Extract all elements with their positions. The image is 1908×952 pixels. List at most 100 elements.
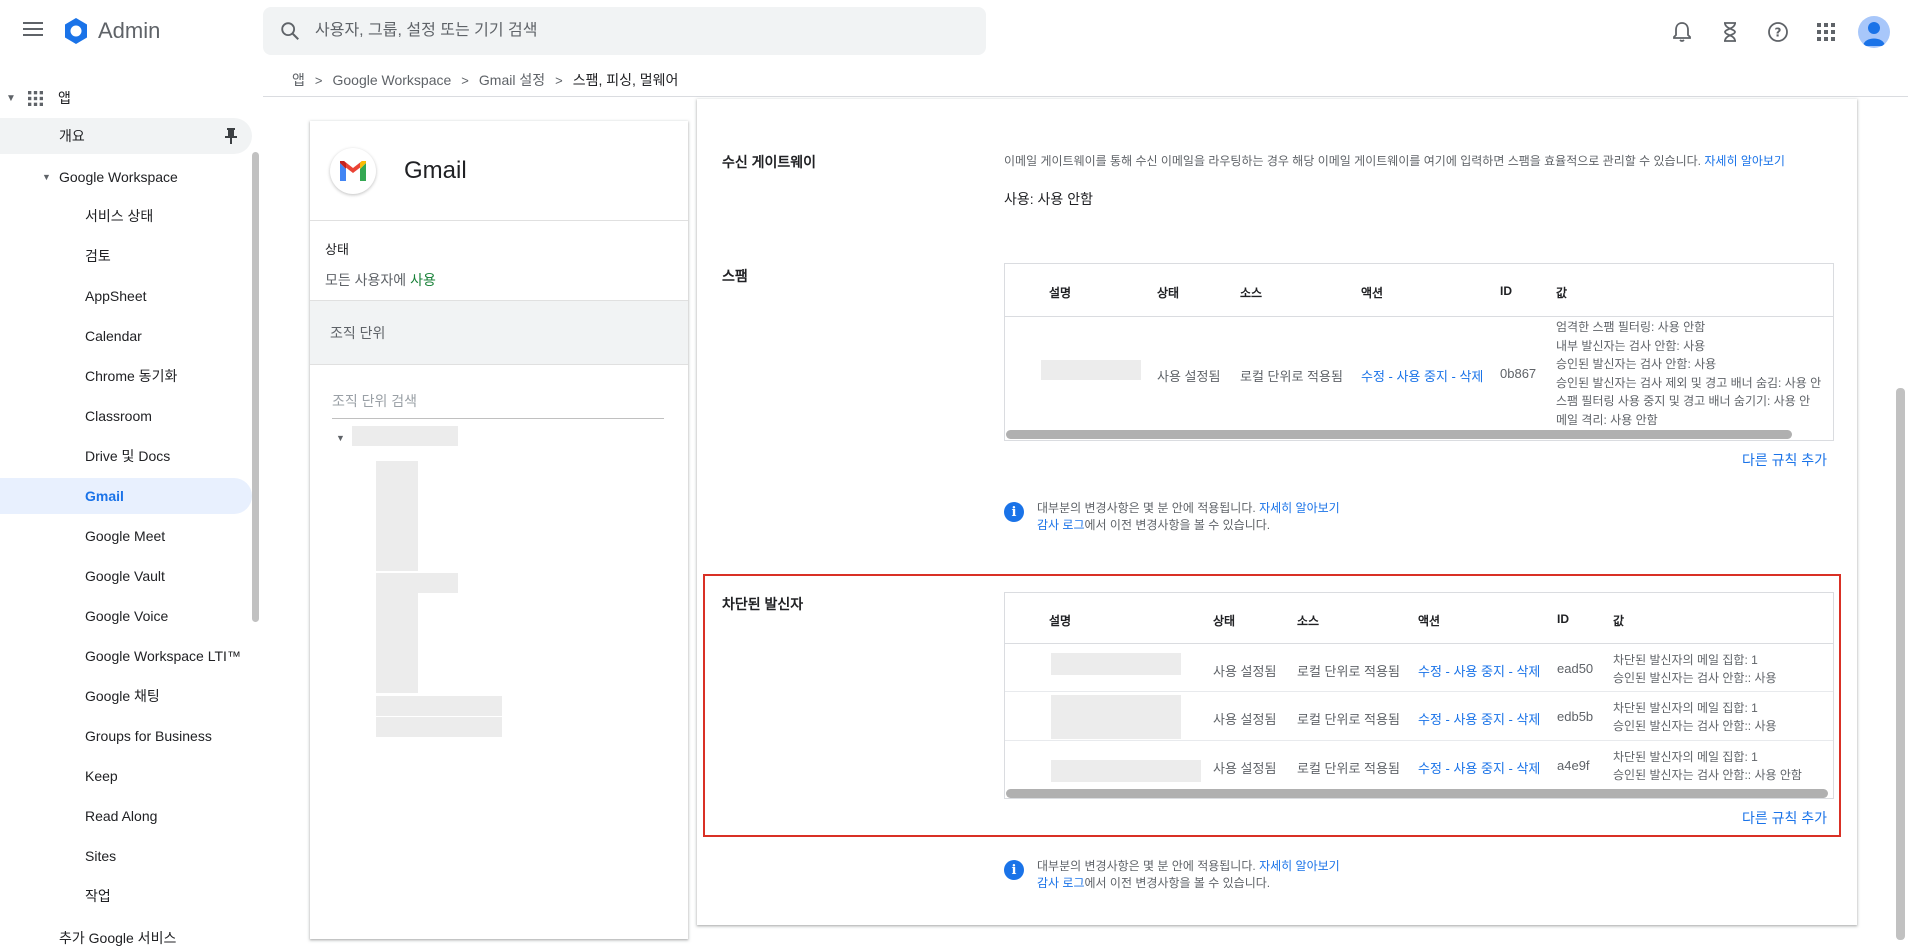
apps-grid-icon[interactable] (1808, 14, 1844, 50)
breadcrumb-divider (263, 96, 1908, 97)
status-prefix: 모든 사용자에 (325, 272, 411, 288)
sidebar-item-drive-docs[interactable]: Drive 및 Docs (0, 438, 252, 474)
org-tree-root-redacted[interactable] (352, 426, 458, 446)
sidebar-item-google-meet[interactable]: Google Meet (0, 518, 252, 554)
search-input[interactable] (315, 22, 935, 40)
sidebar-item-gmail[interactable]: Gmail (0, 478, 252, 514)
sidebar-item-label: Read Along (85, 808, 158, 824)
status-value: 모든 사용자에 사용 (325, 270, 673, 290)
rule-description-redacted (1051, 695, 1181, 739)
search-icon (281, 22, 299, 40)
col-source[interactable]: 소스 (1240, 284, 1262, 301)
audit-log-link[interactable]: 감사 로그 (1037, 518, 1085, 532)
sidebar-item-workspace-lti[interactable]: Google Workspace LTI™ (0, 638, 252, 674)
sidebar-item-read-along[interactable]: Read Along (0, 798, 252, 834)
sidebar-item-google-voice[interactable]: Google Voice (0, 598, 252, 634)
rule-value-line: 메일 격리: 사용 안함 (1556, 412, 1658, 427)
table-horizontal-scrollbar[interactable] (1006, 789, 1828, 798)
notice-text: 대부분의 변경사항은 몇 분 안에 적용됩니다. (1037, 501, 1256, 515)
col-value[interactable]: 값 (1613, 612, 1624, 629)
org-tree-node-redacted[interactable] (376, 696, 502, 716)
col-id[interactable]: ID (1500, 284, 1512, 298)
help-icon[interactable]: ? (1760, 14, 1796, 50)
rule-actions-link[interactable]: 수정 - 사용 중지 - 삭제 (1361, 366, 1483, 385)
chevron-right-icon: > (461, 72, 469, 88)
user-avatar[interactable] (1858, 16, 1890, 48)
col-status[interactable]: 상태 (1213, 612, 1235, 629)
col-action[interactable]: 액션 (1361, 284, 1383, 301)
top-bar: Admin ? (0, 0, 1908, 64)
col-value[interactable]: 값 (1556, 284, 1567, 301)
org-tree-node-redacted[interactable] (376, 461, 418, 571)
learn-more-link[interactable]: 자세히 알아보기 (1259, 859, 1340, 873)
col-id[interactable]: ID (1557, 612, 1569, 626)
col-source[interactable]: 소스 (1297, 612, 1319, 629)
col-description[interactable]: 설명 (1049, 612, 1071, 629)
table-row[interactable]: 사용 설정됨 로컬 단위로 적용됨 수정 - 사용 중지 - 삭제 a4e9f … (1005, 742, 1833, 788)
audit-log-link[interactable]: 감사 로그 (1037, 876, 1085, 890)
sidebar-item-calendar[interactable]: Calendar (0, 318, 252, 354)
info-icon: i (1004, 502, 1024, 522)
sidebar-item-label: Classroom (85, 408, 152, 424)
org-unit-header: 조직 단위 (310, 301, 688, 365)
sidebar-item-classroom[interactable]: Classroom (0, 398, 252, 434)
sidebar-item-more-services[interactable]: 추가 Google 서비스 (0, 920, 250, 952)
caret-down-icon[interactable]: ▼ (336, 433, 345, 443)
sidebar-item-chrome-sync[interactable]: Chrome 동기화 (0, 358, 252, 394)
sidebar-item-label: Calendar (85, 328, 142, 344)
sidebar-scrollbar[interactable] (252, 152, 259, 622)
table-horizontal-scrollbar[interactable] (1006, 430, 1792, 439)
rule-source: 로컬 단위로 적용됨 (1297, 761, 1400, 776)
table-header (1005, 264, 1833, 317)
breadcrumb-workspace[interactable]: Google Workspace (332, 72, 451, 88)
table-row[interactable]: 사용 설정됨 로컬 단위로 적용됨 수정 - 사용 중지 - 삭제 ead50 … (1005, 644, 1833, 692)
org-tree-node-redacted[interactable] (376, 717, 502, 737)
app-title: Admin (98, 18, 161, 43)
app-header: Gmail (310, 121, 688, 221)
org-unit-search-input[interactable]: 조직 단위 검색 (332, 391, 664, 419)
add-spam-rule-button[interactable]: 다른 규칙 추가 (1742, 450, 1827, 470)
rule-actions-link[interactable]: 수정 - 사용 중지 - 삭제 (1418, 758, 1540, 777)
rule-value-line: 차단된 발신자의 메일 집합: 1 (1613, 701, 1758, 715)
learn-more-link[interactable]: 자세히 알아보기 (1704, 154, 1785, 168)
rule-status: 사용 설정됨 (1157, 369, 1221, 384)
sidebar-item-keep[interactable]: Keep (0, 758, 252, 794)
breadcrumb-apps[interactable]: 앱 (292, 70, 305, 90)
sidebar-item-overview[interactable]: 개요 (0, 118, 252, 154)
page-scrollbar[interactable] (1896, 388, 1905, 940)
sidebar-item-sites[interactable]: Sites (0, 838, 252, 874)
sidebar-item-review[interactable]: 검토 (0, 238, 252, 274)
sidebar-item-apps[interactable]: ▼ 앱 (0, 80, 250, 116)
rule-actions-link[interactable]: 수정 - 사용 중지 - 삭제 (1418, 661, 1540, 680)
main-menu-button[interactable] (20, 18, 46, 44)
col-status[interactable]: 상태 (1157, 284, 1179, 301)
add-blocked-sender-rule-button[interactable]: 다른 규칙 추가 (1742, 808, 1827, 828)
rule-actions-link[interactable]: 수정 - 사용 중지 - 삭제 (1418, 709, 1540, 728)
rule-value-line: 엄격한 스팸 필터링: 사용 안함 (1556, 320, 1706, 334)
col-description[interactable]: 설명 (1049, 284, 1071, 301)
org-tree-node-redacted[interactable] (376, 573, 458, 593)
breadcrumb-current: 스팸, 피싱, 멀웨어 (572, 72, 679, 88)
sidebar-item-label: 개요 (59, 128, 85, 144)
changes-notice: 대부분의 변경사항은 몇 분 안에 적용됩니다. 자세히 알아보기 감사 로그에… (1037, 500, 1340, 534)
hourglass-tasks-icon[interactable] (1712, 14, 1748, 50)
sidebar-item-google-vault[interactable]: Google Vault (0, 558, 252, 594)
sidebar-item-label: Google Workspace (59, 169, 178, 185)
sidebar-item-tasks[interactable]: 작업 (0, 878, 252, 914)
sidebar-item-label: Google Meet (85, 528, 166, 544)
rule-value-line: 스팸 필터링 사용 중지 및 경고 배너 숨기기: 사용 안 (1556, 394, 1811, 408)
admin-logo[interactable]: Admin (62, 17, 160, 45)
sidebar-item-groups-for-business[interactable]: Groups for Business (0, 718, 252, 754)
sidebar-item-appsheet[interactable]: AppSheet (0, 278, 252, 314)
table-row[interactable]: 사용 설정됨 로컬 단위로 적용됨 수정 - 사용 중지 - 삭제 edb5b … (1005, 693, 1833, 741)
learn-more-link[interactable]: 자세히 알아보기 (1259, 501, 1340, 515)
col-action[interactable]: 액션 (1418, 612, 1440, 629)
org-tree-node-redacted[interactable] (376, 593, 418, 693)
sidebar-item-service-status[interactable]: 서비스 상태 (0, 198, 252, 234)
sidebar-item-google-workspace[interactable]: ▼ Google Workspace (0, 159, 250, 195)
sidebar-item-google-chat[interactable]: Google 채팅 (0, 678, 252, 714)
pin-icon[interactable] (224, 127, 238, 145)
notifications-bell-icon[interactable] (1664, 14, 1700, 50)
search-bar[interactable] (263, 7, 986, 55)
breadcrumb-gmail-settings[interactable]: Gmail 설정 (479, 70, 545, 90)
